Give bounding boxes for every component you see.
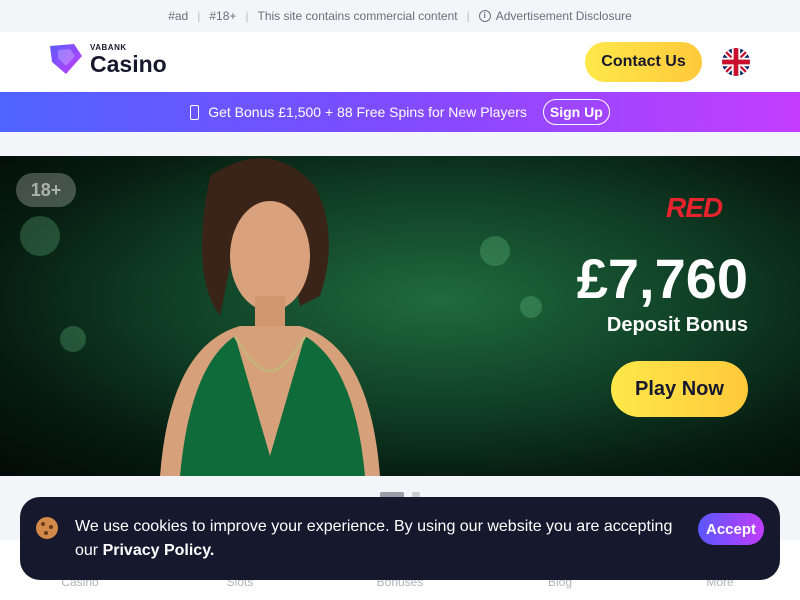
bokeh-light xyxy=(520,296,542,318)
sign-up-button[interactable]: Sign Up xyxy=(542,99,610,125)
divider: | xyxy=(245,9,249,23)
promo-banner: Get Bonus £1,500 + 88 Free Spins for New… xyxy=(0,92,800,132)
info-icon[interactable]: i xyxy=(478,10,491,22)
bonus-amount: £7,760 xyxy=(576,247,748,310)
age-tag: #18+ xyxy=(209,9,237,23)
brand-logo: RED xyxy=(666,192,723,223)
logo-text: Casino xyxy=(90,50,167,77)
promo-text: Get Bonus £1,500 + 88 Free Spins for New… xyxy=(208,104,527,120)
hero-banner[interactable]: 18+ RED £7,760 Deposit Bonus Play Now xyxy=(0,156,800,476)
bonus-subtitle: Deposit Bonus xyxy=(606,314,748,336)
age-restriction-badge: 18+ xyxy=(16,173,76,207)
cookie-icon xyxy=(36,517,58,539)
bokeh-light xyxy=(480,236,510,266)
accept-cookies-button[interactable]: Accept xyxy=(698,513,764,545)
site-logo[interactable]: VABANK Casino xyxy=(48,42,167,76)
site-header: VABANK Casino Contact Us xyxy=(0,32,800,92)
bokeh-light xyxy=(20,216,60,256)
divider: | xyxy=(197,9,201,23)
top-disclosure-bar: #ad | #18+ | This site contains commerci… xyxy=(0,0,800,32)
phone-icon xyxy=(190,104,200,120)
cookie-consent-banner: We use cookies to improve your experienc… xyxy=(20,497,780,580)
contact-us-button[interactable]: Contact Us xyxy=(585,42,702,82)
play-now-button[interactable]: Play Now xyxy=(611,361,748,417)
hero-woman-image xyxy=(160,158,380,476)
logo-mark-icon xyxy=(50,44,82,74)
ad-tag: #ad xyxy=(168,9,189,23)
privacy-policy-link[interactable]: Privacy Policy. xyxy=(103,542,215,559)
uk-flag-icon[interactable] xyxy=(722,48,750,76)
advertisement-disclosure-link[interactable]: Advertisement Disclosure xyxy=(496,9,632,23)
commercial-notice: This site contains commercial content xyxy=(257,9,458,23)
cookie-message: We use cookies to improve your experienc… xyxy=(75,515,685,563)
divider: | xyxy=(466,9,470,23)
bokeh-light xyxy=(60,326,86,352)
